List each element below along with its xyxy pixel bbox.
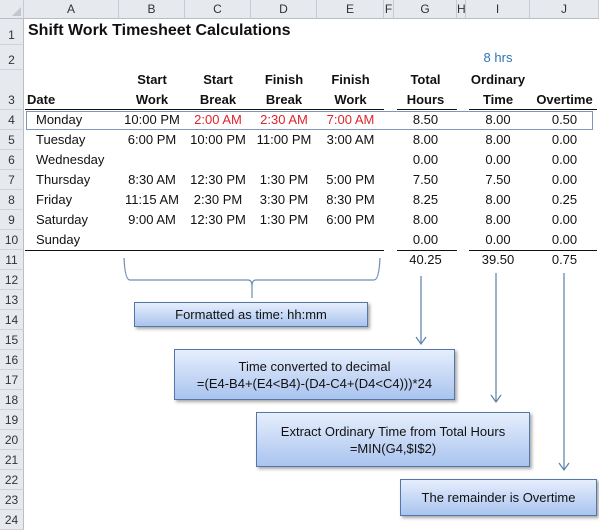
callout-overtime-text: The remainder is Overtime <box>421 490 576 505</box>
callout-time-format-text: Formatted as time: hh:mm <box>175 307 327 322</box>
callout-ordinary-time[interactable]: Extract Ordinary Time from Total Hours =… <box>256 412 530 467</box>
callout-ordinary-title: Extract Ordinary Time from Total Hours <box>280 423 506 439</box>
callout-decimal-title: Time converted to decimal <box>238 358 391 374</box>
arrow-ordinary-time <box>490 273 502 404</box>
callout-decimal-conversion[interactable]: Time converted to decimal =(E4-B4+(E4<B4… <box>174 349 455 400</box>
arrow-overtime <box>558 273 570 472</box>
callout-time-format[interactable]: Formatted as time: hh:mm <box>134 302 368 327</box>
brace-shape <box>123 257 381 298</box>
callout-overtime[interactable]: The remainder is Overtime <box>400 479 597 516</box>
arrow-total-hours <box>415 276 427 346</box>
callout-ordinary-formula: =MIN(G4,$I$2) <box>349 440 437 456</box>
callout-decimal-formula: =(E4-B4+(E4<B4)-(D4-C4+(D4<C4)))*24 <box>196 375 433 391</box>
